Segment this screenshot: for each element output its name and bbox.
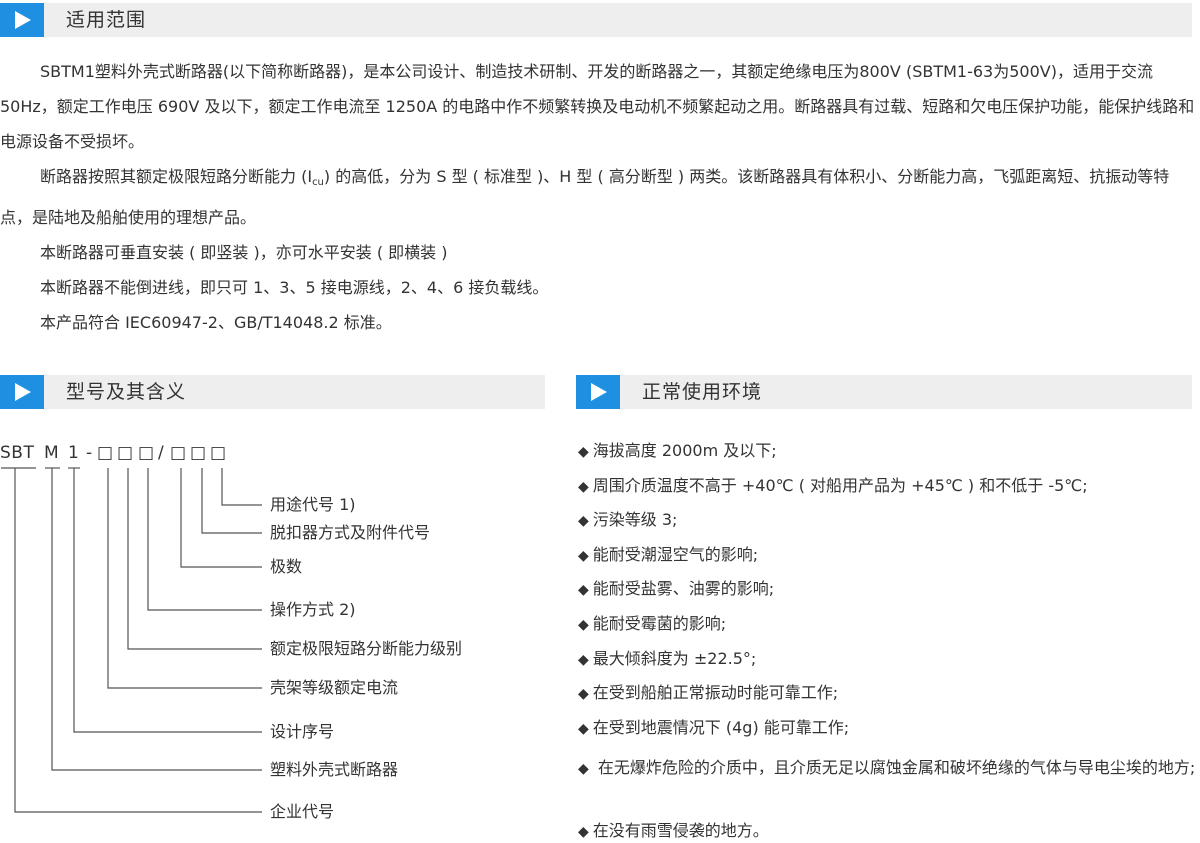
intro-text: SBTM1塑料外壳式断路器(以下简称断路器)，是本公司设计、制造技术研制、开发的… — [0, 54, 1196, 340]
intro-paragraph-2: 断路器按照其额定极限短路分断能力 (Icu) 的高低，分为 S 型 ( 标准型 … — [0, 167, 1170, 227]
label-enterprise-code: 企业代号 — [270, 802, 335, 821]
connector-line — [147, 468, 262, 611]
env-item: ◆ 能耐受潮湿空气的影响; — [578, 545, 759, 564]
label-design-serial: 设计序号 — [270, 722, 335, 741]
model-code-diagram — [1, 467, 262, 813]
label-release-code: 脱扣器方式及附件代号 — [270, 523, 431, 542]
section-title-model: 型号及其含义 — [66, 381, 187, 403]
connector-line — [107, 468, 262, 689]
env-item: ◆ 在受到船舶正常振动时能可靠工作; — [578, 683, 839, 702]
play-triangle-icon — [0, 3, 44, 37]
intro-paragraph-3: 本断路器可垂直安装 ( 即竖装 )，亦可水平安装 ( 即横装 ) — [40, 243, 448, 262]
env-item: ◆ 周围介质温度不高于 +40℃ ( 对船用产品为 +45℃ ) 和不低于 -5℃… — [578, 476, 1088, 495]
label-poles: 极数 — [270, 557, 303, 576]
section-header-environment: 正常使用环境 — [576, 375, 1192, 409]
icu-subscript: cu — [312, 177, 324, 188]
section-header-model: 型号及其含义 — [0, 375, 545, 409]
env-item: ◆ 在无爆炸危险的介质中，且介质无足以腐蚀金属和破坏绝缘的气体与导电尘埃的地方; — [578, 758, 1196, 777]
env-item: ◆ 在没有雨雪侵袭的地方。 — [578, 821, 769, 840]
label-operation: 操作方式 2) — [270, 600, 356, 619]
intro-paragraph-1: SBTM1塑料外壳式断路器(以下简称断路器)，是本公司设计、制造技术研制、开发的… — [0, 62, 1195, 151]
play-triangle-icon — [0, 375, 44, 409]
connector-line — [51, 468, 262, 771]
connector-line — [221, 468, 262, 506]
section-title-scope: 适用范围 — [66, 9, 147, 31]
intro-paragraph-5: 本产品符合 IEC60947-2、GB/T14048.2 标准。 — [40, 313, 392, 332]
connector-line — [73, 468, 262, 733]
section-title-environment: 正常使用环境 — [642, 381, 763, 403]
env-item: ◆ 海拔高度 2000m 及以下; — [578, 441, 777, 460]
label-usage-code: 用途代号 1) — [270, 495, 356, 514]
env-item: ◆ 能耐受盐雾、油雾的影响; — [578, 579, 775, 598]
label-frame-current: 壳架等级额定电流 — [270, 678, 399, 697]
env-item: ◆ 最大倾斜度为 ±22.5°; — [578, 649, 757, 668]
section-header-scope: 适用范围 — [0, 3, 1192, 37]
env-item: ◆ 在受到地震情况下 (4g) 能可靠工作; — [578, 718, 850, 737]
env-item: ◆ 污染等级 3; — [578, 510, 678, 529]
intro-paragraph-4: 本断路器不能倒进线，即只可 1、3、5 接电源线，2、4、6 接负载线。 — [40, 278, 549, 297]
label-breaking-level: 额定极限短路分断能力级别 — [270, 639, 463, 658]
play-triangle-icon — [576, 375, 620, 409]
connector-line — [201, 468, 262, 534]
env-item: ◆ 能耐受霉菌的影响; — [578, 614, 727, 633]
label-mccb: 塑料外壳式断路器 — [270, 760, 399, 779]
